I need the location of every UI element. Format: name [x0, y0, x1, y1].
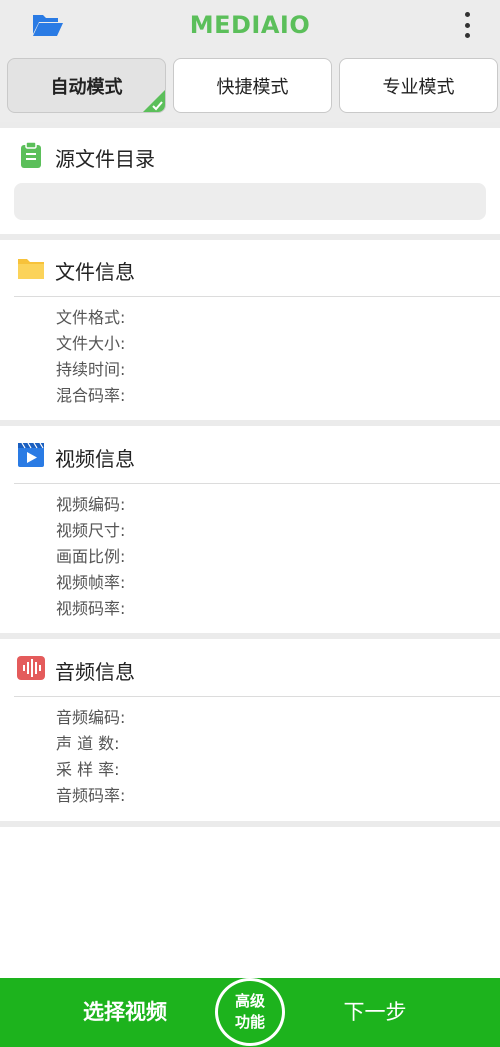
video-info-section-header: 视频信息	[0, 441, 500, 471]
section-divider	[0, 821, 500, 827]
tab-quick-mode[interactable]: 快捷模式	[173, 58, 332, 113]
section-divider	[0, 234, 500, 240]
section-title: 文件信息	[55, 260, 135, 284]
info-field: 文件格式:	[56, 308, 126, 327]
check-corner-icon	[143, 90, 165, 112]
tab-auto-mode[interactable]: 自动模式	[7, 58, 166, 113]
info-field: 视频码率:	[56, 599, 126, 618]
source-path-field[interactable]	[14, 183, 486, 220]
video-info-list: 视频编码: 视频尺寸: 画面比例: 视频帧率: 视频码率:	[56, 492, 125, 622]
section-divider	[0, 122, 500, 128]
next-step-button[interactable]: 下一步	[320, 996, 430, 1028]
section-title: 视频信息	[55, 447, 135, 471]
section-separator	[14, 696, 500, 697]
folder-icon	[18, 259, 44, 279]
audio-info-list: 音频编码: 声 道 数: 采 样 率: 音频码率:	[56, 705, 125, 809]
info-field: 采 样 率:	[56, 760, 120, 779]
info-field: 混合码率:	[56, 386, 126, 405]
section-title: 音频信息	[55, 660, 135, 684]
app-title: MEDIAIO	[189, 11, 311, 39]
info-field: 文件大小:	[56, 334, 126, 353]
info-field: 音频编码:	[56, 708, 126, 727]
info-field: 视频编码:	[56, 495, 126, 514]
tab-label: 快捷模式	[216, 76, 289, 98]
info-field: 声 道 数:	[56, 734, 120, 753]
section-title: 源文件目录	[55, 147, 155, 171]
source-section-header: 源文件目录	[0, 141, 500, 171]
section-divider	[0, 633, 500, 639]
mode-tabs: 自动模式 快捷模式 专业模式	[0, 50, 500, 122]
info-field: 音频码率:	[56, 786, 126, 805]
select-video-button[interactable]: 选择视频	[60, 996, 190, 1028]
info-field: 视频帧率:	[56, 573, 126, 592]
clipboard-icon	[21, 141, 41, 168]
file-info-list: 文件格式: 文件大小: 持续时间: 混合码率:	[56, 305, 125, 409]
tab-pro-mode[interactable]: 专业模式	[339, 58, 498, 113]
advanced-features-button[interactable]: 高级 功能	[215, 978, 285, 1046]
section-separator	[14, 296, 500, 297]
section-separator	[14, 483, 500, 484]
info-field: 画面比例:	[56, 547, 126, 566]
audio-info-section-header: 音频信息	[0, 654, 500, 684]
video-play-icon	[18, 442, 44, 467]
more-vertical-icon[interactable]	[462, 12, 472, 38]
open-folder-icon[interactable]	[30, 10, 66, 40]
top-bar: MEDIAIO	[0, 0, 500, 50]
info-field: 持续时间:	[56, 360, 126, 379]
advanced-label-line1: 高级	[234, 992, 265, 1010]
info-field: 视频尺寸:	[56, 521, 126, 540]
tab-label: 自动模式	[50, 76, 123, 98]
tab-label: 专业模式	[382, 76, 455, 98]
audio-wave-icon	[17, 656, 45, 680]
advanced-label-line2: 功能	[234, 1013, 265, 1031]
file-info-section-header: 文件信息	[0, 254, 500, 284]
section-divider	[0, 420, 500, 426]
